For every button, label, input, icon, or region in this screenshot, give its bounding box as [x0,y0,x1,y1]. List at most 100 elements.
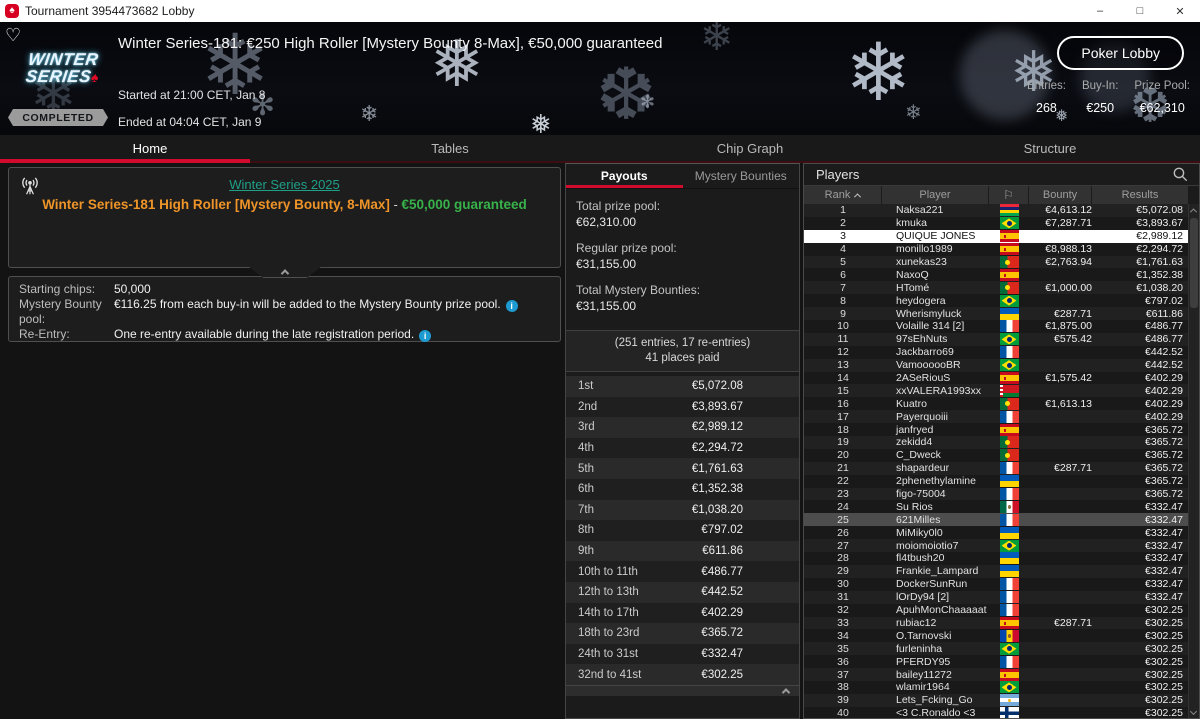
player-row[interactable]: 2 kmuka €7,287.71 €3,893.67 [804,216,1188,230]
player-row[interactable]: 5 xunekas23 €2,763.94 €1,761.63 [804,255,1188,269]
tab-mystery-bounties[interactable]: Mystery Bounties [683,164,800,188]
player-row[interactable]: 14 2ASeRiouS €1,575.42 €402.29 [804,371,1188,385]
tab-payouts[interactable]: Payouts [566,164,683,188]
country-flag-icon [999,436,1019,449]
broadcast-icon [19,175,41,202]
players-panel: Players Rank Player ⚐ Bounty Results 1 Na… [803,163,1200,719]
collapse-payouts-button[interactable] [566,684,799,697]
player-row[interactable]: 32 ApuhMonChaaaaat €302.25 [804,603,1188,617]
column-bounty[interactable]: Bounty [1029,186,1092,204]
player-row[interactable]: 29 Frankie_Lampard €332.47 [804,564,1188,578]
country-flag-icon [999,655,1019,668]
separator: - [389,197,402,212]
country-flag-icon [999,372,1019,385]
player-row[interactable]: 9 Wherismyluck €287.71 €611.86 [804,307,1188,321]
maximize-button[interactable]: □ [1120,0,1160,22]
country-flag-icon [999,217,1019,230]
tab-structure[interactable]: Structure [900,135,1200,161]
country-flag-icon [999,604,1019,617]
country-flag-icon [999,294,1019,307]
player-row[interactable]: 8 heydogera €797.02 [804,294,1188,308]
tab-home[interactable]: Home [0,135,300,161]
player-row[interactable]: 23 figo-75004 €365.72 [804,487,1188,501]
player-row[interactable]: 28 fl4tbush20 €332.47 [804,552,1188,565]
snowflake-icon: ❆ [596,52,657,135]
column-flag[interactable]: ⚐ [989,186,1029,204]
snowflake-icon: ❄ [845,26,913,119]
country-flag-icon [999,552,1019,565]
player-row[interactable]: 26 MiMiky0l0 €332.47 [804,526,1188,540]
player-row[interactable]: 4 monillo1989 €8,988.13 €2,294.72 [804,242,1188,256]
country-flag-icon [999,488,1019,501]
search-icon[interactable] [1172,166,1189,183]
scroll-up-icon[interactable] [1189,208,1198,216]
close-button[interactable]: ✕ [1160,0,1200,22]
player-row[interactable]: 37 bailey11272 €302.25 [804,668,1188,681]
mystery-bounty-row: Mystery Bounty pool: €116.25 from each b… [19,297,550,327]
column-results[interactable]: Results [1092,186,1188,204]
players-title: Players [816,167,860,182]
player-row[interactable]: 6 NaxoQ €1,352.38 [804,268,1188,282]
snowflake-icon: ❅ [530,110,552,135]
favorite-heart-icon[interactable]: ♡ [5,25,21,46]
player-row[interactable]: 11 97sEhNuts €575.42 €486.77 [804,332,1188,346]
player-row[interactable]: 12 Jackbarro69 €442.52 [804,345,1188,359]
player-row[interactable]: 24 Su Rios €332.47 [804,500,1188,514]
players-scrollbar[interactable] [1188,204,1199,718]
tab-chip-graph[interactable]: Chip Graph [600,135,900,161]
player-row[interactable]: 27 moiomoiotio7 €332.47 [804,539,1188,553]
column-player[interactable]: Player [882,186,989,204]
country-flag-icon [999,500,1019,513]
payout-row: 9th €611.86 [566,540,799,562]
winter-series-link[interactable]: Winter Series 2025 [229,177,340,192]
country-flag-icon [999,333,1019,346]
country-flag-icon [999,629,1019,642]
scroll-down-icon[interactable] [1189,707,1198,716]
player-row[interactable]: 10 Volaille 314 [2] €1,875.00 €486.77 [804,320,1188,333]
pokerstars-spade-icon: ♠ [5,4,19,18]
player-row[interactable]: 16 Kuatro €1,613.13 €402.29 [804,397,1188,411]
player-row[interactable]: 30 DockerSunRun €332.47 [804,577,1188,591]
player-row[interactable]: 39 Lets_Fcking_Go €302.25 [804,693,1188,707]
info-icon[interactable] [505,300,518,312]
player-row[interactable]: 22 2phenethylamine €365.72 [804,474,1188,488]
player-row[interactable]: 40 <3 C.Ronaldo <3 €302.25 [804,706,1188,718]
country-flag-icon [999,256,1019,268]
guarantee-text: €50,000 guaranteed [401,197,527,212]
entries-label: Entries: [1026,80,1066,92]
player-row[interactable]: 34 O.Tarnovski €302.25 [804,629,1188,643]
player-row[interactable]: 15 xxVALERA1993xx €402.29 [804,384,1188,398]
player-row[interactable]: 7 HTomé €1,000.00 €1,038.20 [804,281,1188,295]
prize-pools: Total prize pool: €62,310.00 Regular pri… [566,189,799,328]
country-flag-icon [999,204,1019,217]
player-row[interactable]: 17 Payerquoiii €402.29 [804,410,1188,424]
player-row[interactable]: 20 C_Dweck €365.72 [804,448,1188,462]
player-row[interactable]: 1 Naksa221 €4,613.12 €5,072.08 [804,204,1188,217]
player-row[interactable]: 18 janfryed €365.72 [804,423,1188,437]
country-flag-icon [999,578,1019,591]
player-row[interactable]: 3 QUIQUE JONES €2,989.12 [804,229,1188,243]
info-icon[interactable] [419,330,432,342]
player-row[interactable]: 25 621Milles €332.47 [804,513,1188,527]
window-titlebar: ♠ Tournament 3954473682 Lobby – □ ✕ [0,0,1200,22]
player-row[interactable]: 36 PFERDY95 €302.25 [804,655,1188,669]
end-time: Ended at 04:04 CET, Jan 9 [118,115,262,129]
player-row[interactable]: 35 furleninha €302.25 [804,642,1188,656]
scrollbar-thumb[interactable] [1190,218,1198,308]
player-row[interactable]: 31 lOrDy94 [2] €332.47 [804,590,1188,604]
payout-row: 18th to 23rd €365.72 [566,623,799,644]
tournament-header: ❄ ❅ ❆ ❄ ❄ ❅ ❆ ❄ ✻ ❄ ❅ ✻ ❄ ❅ ♡ WINTER SER… [0,22,1200,135]
column-rank[interactable]: Rank [804,186,882,204]
payout-table: 1st €5,072.08 2nd €3,893.67 3rd €2,989.12 4th €… [566,376,799,685]
tournament-overview-panel: Winter Series 2025 Winter Series-181 Hig… [8,167,561,268]
starting-chips-value: 50,000 [114,282,151,296]
poker-lobby-button[interactable]: Poker Lobby [1057,36,1184,70]
tab-tables[interactable]: Tables [300,135,600,161]
player-row[interactable]: 19 zekidd4 €365.72 [804,436,1188,449]
country-flag-icon [999,475,1019,488]
player-row[interactable]: 21 shapardeur €287.71 €365.72 [804,461,1188,475]
player-row[interactable]: 38 wlamir1964 €302.25 [804,680,1188,694]
minimize-button[interactable]: – [1080,0,1120,22]
player-row[interactable]: 13 VamoooooBR €442.52 [804,358,1188,372]
player-row[interactable]: 33 rubiac12 €287.71 €302.25 [804,616,1188,630]
